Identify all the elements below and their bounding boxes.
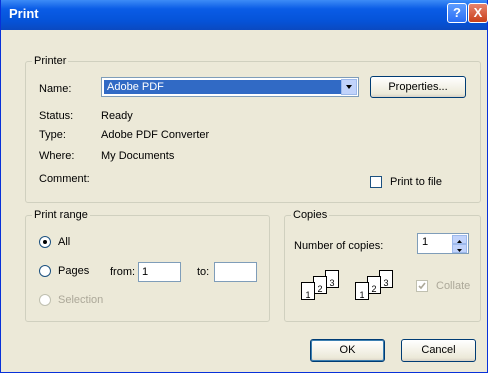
spin-up-button[interactable]	[452, 235, 467, 244]
window-title: Print	[9, 6, 39, 21]
page-icon-2b: 2	[367, 276, 381, 294]
spin-down-button[interactable]	[452, 244, 467, 253]
print-to-file-checkbox[interactable]	[370, 176, 382, 188]
properties-button[interactable]: Properties...	[370, 76, 466, 98]
collate-checkbox[interactable]	[416, 280, 428, 292]
title-bar[interactable]: Print ? X	[1, 0, 488, 30]
where-label: Where:	[39, 150, 75, 162]
selection-radio[interactable]	[39, 294, 51, 306]
printer-name-value: Adobe PDF	[104, 80, 342, 94]
ok-button[interactable]: OK	[310, 339, 385, 362]
collate-icon: 3 2 1 3 2 1	[301, 270, 411, 310]
where-value: My Documents	[101, 150, 175, 162]
selection-label[interactable]: Selection	[58, 294, 103, 306]
page-icon-3: 3	[325, 270, 339, 288]
copies-legend: Copies	[291, 209, 330, 221]
help-button[interactable]: ?	[447, 3, 467, 23]
page-icon-2: 2	[313, 276, 327, 294]
status-value: Ready	[101, 110, 133, 122]
page-icon-1: 1	[301, 282, 315, 300]
pages-label[interactable]: Pages	[58, 265, 89, 277]
copies-spinner[interactable]: 1	[417, 233, 469, 254]
dropdown-button[interactable]	[341, 79, 357, 95]
print-dialog: Print ? X Printer Name: Adobe PDF Proper…	[0, 0, 488, 373]
type-label: Type:	[39, 129, 66, 141]
print-range-legend: Print range	[32, 209, 90, 221]
from-label: from:	[110, 266, 136, 278]
printer-legend: Printer	[32, 55, 69, 67]
printer-name-select[interactable]: Adobe PDF	[101, 77, 359, 97]
copies-value: 1	[422, 236, 429, 248]
status-label: Status:	[39, 110, 74, 122]
comment-label: Comment:	[39, 173, 90, 185]
close-button[interactable]: X	[468, 3, 488, 23]
chevron-down-icon	[346, 85, 352, 89]
all-radio[interactable]	[39, 236, 51, 248]
to-label: to:	[197, 266, 210, 278]
to-input[interactable]	[214, 262, 257, 282]
type-value: Adobe PDF Converter	[101, 129, 210, 141]
cancel-button[interactable]: Cancel	[401, 339, 476, 362]
from-input[interactable]: 1	[138, 262, 181, 282]
all-label[interactable]: All	[58, 236, 70, 248]
collate-label[interactable]: Collate	[436, 280, 470, 292]
checkmark-icon	[418, 282, 426, 290]
page-icon-1b: 1	[355, 282, 369, 300]
pages-radio[interactable]	[39, 265, 51, 277]
number-of-copies-label: Number of copies:	[294, 240, 384, 252]
printer-name-label: Name:	[39, 83, 72, 95]
page-icon-3b: 3	[379, 270, 393, 288]
print-to-file-label[interactable]: Print to file	[390, 176, 442, 188]
chevron-down-icon	[457, 249, 462, 252]
